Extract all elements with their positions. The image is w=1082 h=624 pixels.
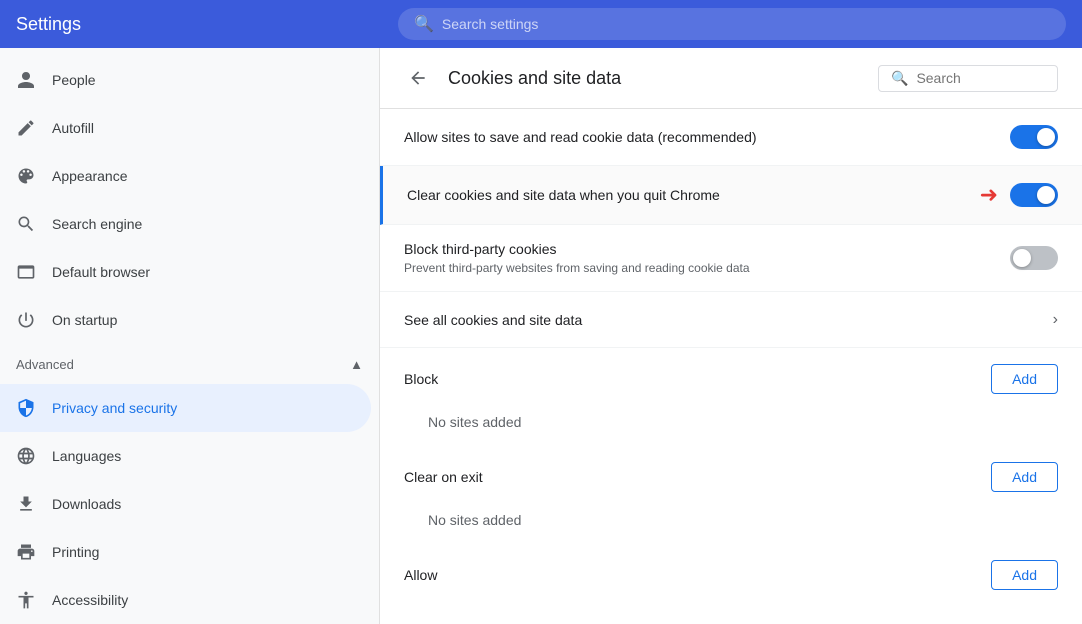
sidebar-item-printing[interactable]: Printing (0, 528, 371, 576)
default-browser-icon (16, 262, 36, 282)
global-search-bar[interactable]: 🔍 (398, 8, 1066, 40)
advanced-section-header[interactable]: Advanced ▲ (0, 344, 379, 384)
sidebar-label-default-browser: Default browser (52, 264, 150, 280)
globe-icon (16, 446, 36, 466)
global-search-input[interactable] (442, 16, 1050, 32)
sidebar-label-on-startup: On startup (52, 312, 117, 328)
clear-cookies-label: Clear cookies and site data when you qui… (407, 187, 720, 203)
sidebar-label-search-engine: Search engine (52, 216, 142, 232)
block-third-party-toggle[interactable] (1010, 246, 1058, 270)
content-search-input[interactable] (916, 70, 1045, 86)
shield-icon (16, 398, 36, 418)
sidebar-item-accessibility[interactable]: Accessibility (0, 576, 371, 624)
sidebar-item-on-startup[interactable]: On startup (0, 296, 371, 344)
block-section-header: Block Add (380, 348, 1082, 402)
sidebar-item-default-browser[interactable]: Default browser (0, 248, 371, 296)
block-third-party-row: Block third-party cookies Prevent third-… (380, 225, 1082, 292)
see-all-cookies-row[interactable]: See all cookies and site data › (380, 292, 1082, 348)
startup-icon (16, 310, 36, 330)
red-arrow-icon: ➜ (980, 182, 998, 208)
sidebar-label-languages: Languages (52, 448, 121, 464)
allow-section-header: Allow Add (380, 544, 1082, 598)
page-title: Cookies and site data (448, 68, 621, 89)
download-icon (16, 494, 36, 514)
allow-cookies-row: Allow sites to save and read cookie data… (380, 109, 1082, 166)
allow-cookies-label: Allow sites to save and read cookie data… (404, 129, 757, 145)
global-search-icon: 🔍 (414, 14, 434, 34)
topbar: Settings 🔍 (0, 0, 1082, 48)
sidebar-label-people: People (52, 72, 96, 88)
block-label: Block (404, 371, 438, 387)
advanced-label: Advanced (16, 357, 74, 372)
clear-on-exit-no-sites: No sites added (380, 500, 1082, 544)
content-header-left: Cookies and site data (404, 64, 621, 92)
block-add-button[interactable]: Add (991, 364, 1058, 394)
sidebar-label-autofill: Autofill (52, 120, 94, 136)
clear-on-exit-add-button[interactable]: Add (991, 462, 1058, 492)
sidebar-label-accessibility: Accessibility (52, 592, 128, 608)
accessibility-icon (16, 590, 36, 610)
content-area: Cookies and site data 🔍 Allow sites to s… (380, 48, 1082, 624)
clear-cookies-row: Clear cookies and site data when you qui… (380, 166, 1082, 225)
content-header: Cookies and site data 🔍 (380, 48, 1082, 109)
chevron-right-icon: › (1053, 311, 1058, 329)
block-no-sites: No sites added (380, 402, 1082, 446)
allow-cookies-toggle[interactable] (1010, 125, 1058, 149)
person-icon (16, 70, 36, 90)
see-all-cookies-label: See all cookies and site data (404, 312, 582, 328)
app-title: Settings (16, 14, 386, 35)
sidebar-item-privacy[interactable]: Privacy and security (0, 384, 371, 432)
allow-label: Allow (404, 567, 437, 583)
sidebar-item-appearance[interactable]: Appearance (0, 152, 371, 200)
sidebar-label-privacy: Privacy and security (52, 400, 177, 416)
block-third-party-label: Block third-party cookies (404, 241, 750, 257)
sidebar-item-search-engine[interactable]: Search engine (0, 200, 371, 248)
sidebar-item-autofill[interactable]: Autofill (0, 104, 371, 152)
block-third-party-sublabel: Prevent third-party websites from saving… (404, 261, 750, 275)
main-layout: People Autofill Appearance Search engine… (0, 48, 1082, 624)
clear-cookies-wrapper: Clear cookies and site data when you qui… (380, 166, 1082, 225)
clear-cookies-toggle[interactable] (1010, 183, 1058, 207)
sidebar-label-downloads: Downloads (52, 496, 121, 512)
content-search-bar[interactable]: 🔍 (878, 65, 1058, 92)
sidebar-item-languages[interactable]: Languages (0, 432, 371, 480)
sidebar-item-people[interactable]: People (0, 56, 371, 104)
sidebar-label-printing: Printing (52, 544, 99, 560)
print-icon (16, 542, 36, 562)
advanced-chevron-icon: ▲ (350, 357, 363, 372)
content-search-icon: 🔍 (891, 70, 908, 87)
block-third-party-text: Block third-party cookies Prevent third-… (404, 241, 750, 275)
sidebar: People Autofill Appearance Search engine… (0, 48, 380, 624)
search-engine-icon (16, 214, 36, 234)
clear-cookies-right: ➜ (980, 182, 1058, 208)
clear-on-exit-section-header: Clear on exit Add (380, 446, 1082, 500)
back-button[interactable] (404, 64, 432, 92)
allow-add-button[interactable]: Add (991, 560, 1058, 590)
clear-on-exit-label: Clear on exit (404, 469, 483, 485)
appearance-icon (16, 166, 36, 186)
sidebar-item-downloads[interactable]: Downloads (0, 480, 371, 528)
sidebar-label-appearance: Appearance (52, 168, 128, 184)
autofill-icon (16, 118, 36, 138)
